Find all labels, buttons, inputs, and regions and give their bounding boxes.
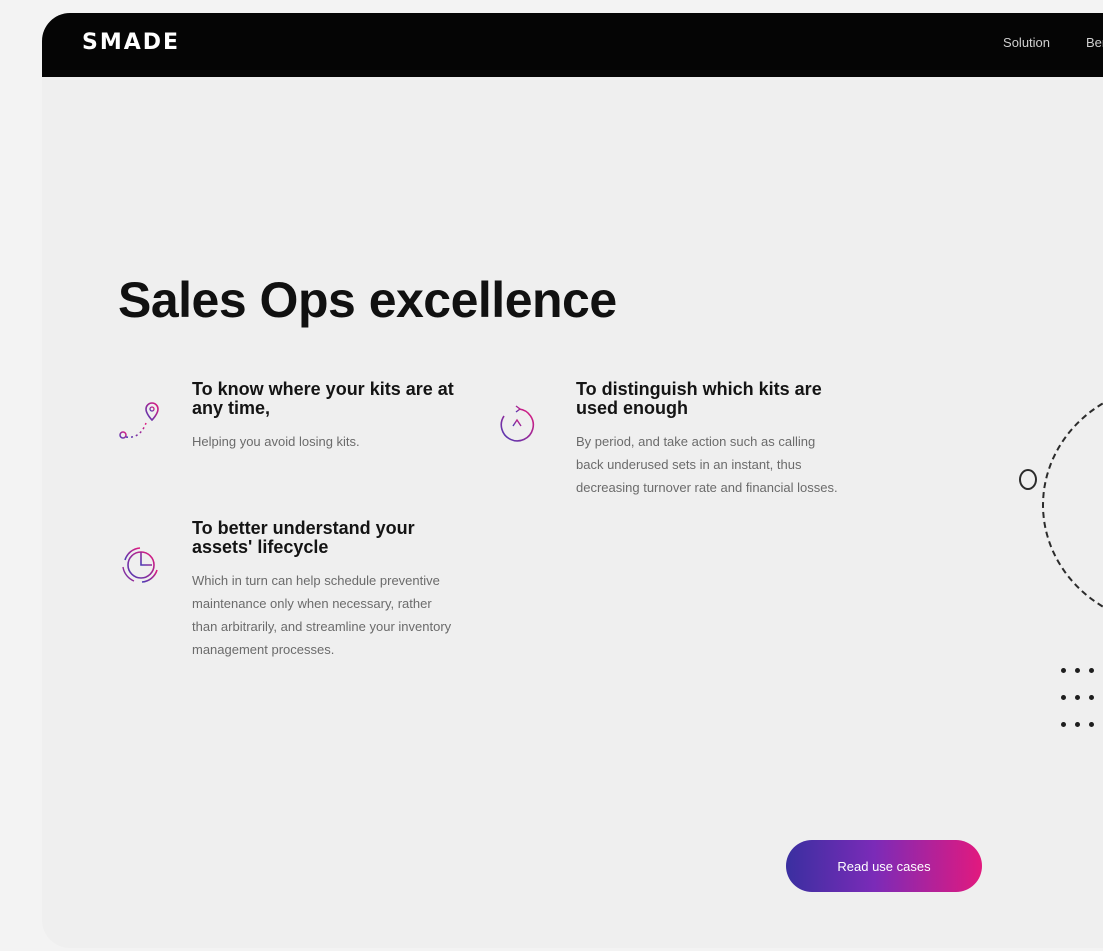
feature-title: To distinguish which kits are used enoug… xyxy=(576,379,822,418)
decorative-dot-grid xyxy=(1061,668,1094,727)
dot xyxy=(1089,695,1094,700)
usage-gauge-icon xyxy=(495,402,541,453)
page-frame: SMADE Solution Benefits Sales Ops excell… xyxy=(42,13,1103,948)
dot xyxy=(1089,722,1094,727)
nav-link-solution[interactable]: Solution xyxy=(1003,35,1050,50)
feature-title: To know where your kits are at any time, xyxy=(192,379,454,418)
dot xyxy=(1075,695,1080,700)
nav-link-benefits[interactable]: Benefits xyxy=(1086,35,1103,50)
feature-description: Which in turn can help schedule preventi… xyxy=(192,573,452,657)
dot xyxy=(1061,695,1066,700)
brand-logo[interactable]: SMADE xyxy=(82,30,180,55)
decorative-ring xyxy=(1019,469,1037,490)
dot xyxy=(1061,668,1066,673)
feature-title: To better understand your assets' lifecy… xyxy=(192,518,415,557)
dot xyxy=(1075,722,1080,727)
feature-asset-lifecycle: To better understand your assets' lifecy… xyxy=(192,519,457,661)
feature-description: By period, and take action such as calli… xyxy=(576,434,838,495)
main-nav: Solution Benefits xyxy=(1003,35,1103,50)
feature-kit-usage: To distinguish which kits are used enoug… xyxy=(576,380,846,499)
lifecycle-cycle-icon xyxy=(116,540,166,595)
decorative-dashed-circle xyxy=(1042,383,1103,627)
dot xyxy=(1061,722,1066,727)
read-use-cases-button[interactable]: Read use cases xyxy=(786,840,982,892)
page-title: Sales Ops excellence xyxy=(118,272,617,328)
dot xyxy=(1075,668,1080,673)
map-pin-route-icon xyxy=(116,399,166,454)
top-navigation-bar: SMADE Solution Benefits xyxy=(42,13,1103,77)
feature-description: Helping you avoid losing kits. xyxy=(192,434,360,449)
dot xyxy=(1089,668,1094,673)
feature-kit-location: To know where your kits are at any time,… xyxy=(192,380,462,453)
